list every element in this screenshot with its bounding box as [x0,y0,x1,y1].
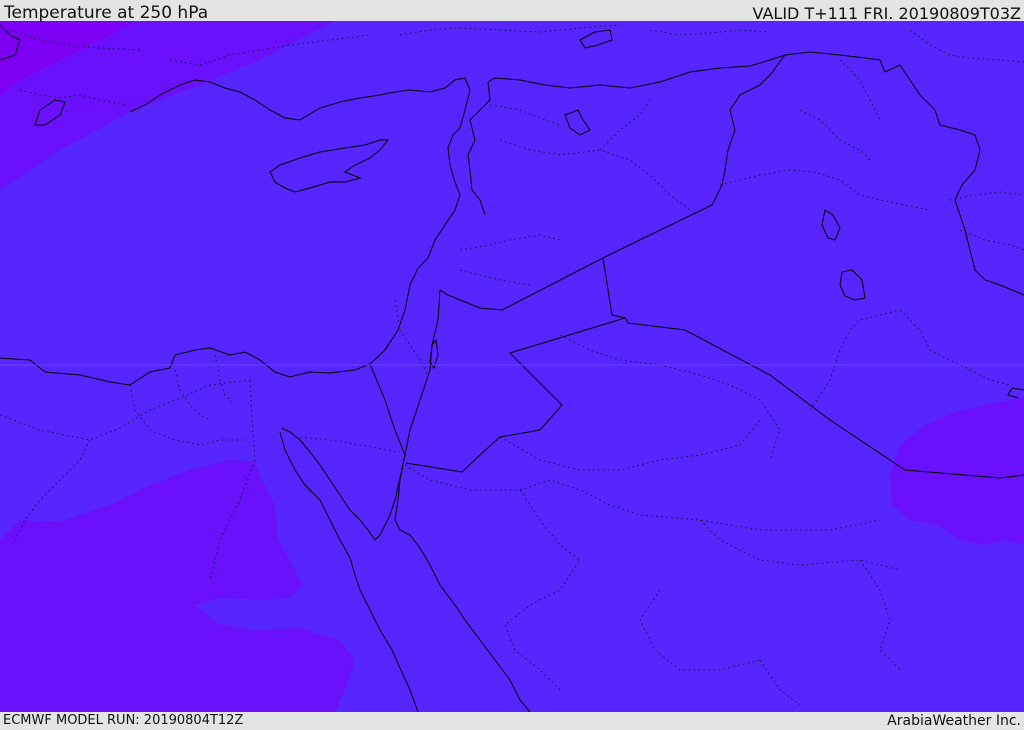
model-run-label: ECMWF MODEL RUN: 20190804T12Z [3,713,244,728]
map-title: Temperature at 250 hPa [4,3,209,23]
footer-bar: ECMWF MODEL RUN: 20190804T12Z ArabiaWeat… [0,712,1024,729]
header-bar: Temperature at 250 hPa VALID T+111 FRI. … [0,0,1024,23]
weather-map[interactable] [0,21,1024,712]
map-canvas [0,21,1024,712]
credit-label: ArabiaWeather Inc. [887,713,1021,729]
valid-time-label: VALID T+111 FRI. 20190809T03Z [752,4,1021,23]
